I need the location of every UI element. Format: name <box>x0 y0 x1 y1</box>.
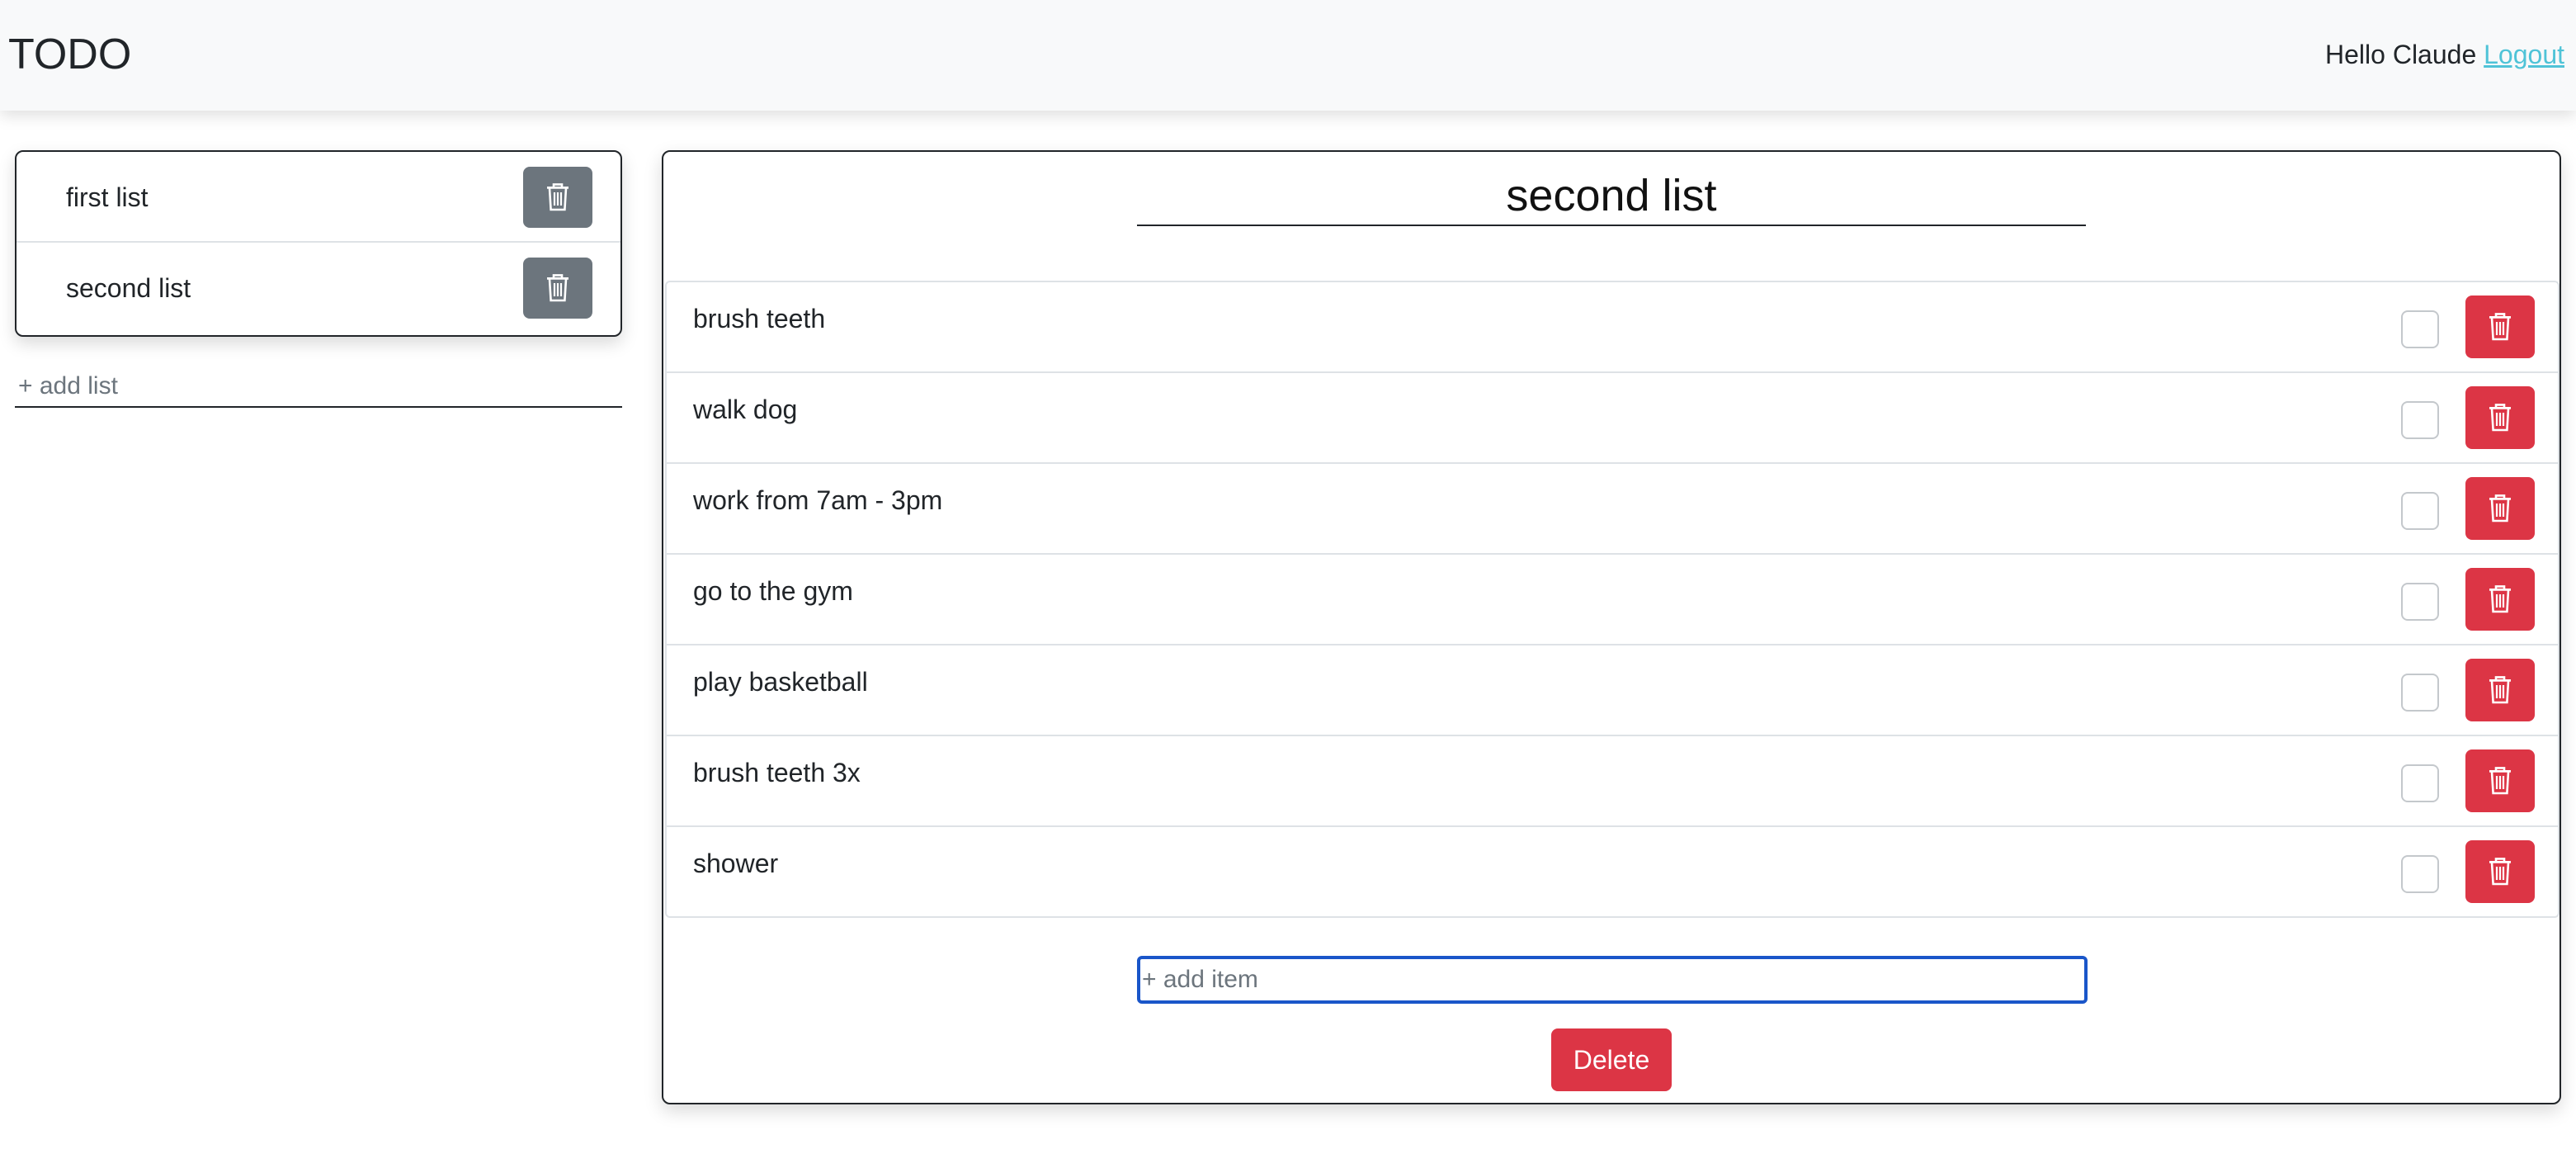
todo-item: walk dog <box>667 373 2558 464</box>
trash-icon <box>2489 404 2511 432</box>
delete-item-button[interactable] <box>2465 386 2535 449</box>
todo-item-text[interactable]: go to the gym <box>693 574 853 608</box>
trash-icon <box>2489 313 2511 341</box>
delete-item-button[interactable] <box>2465 840 2535 903</box>
todo-item-checkbox[interactable] <box>2401 855 2439 893</box>
delete-item-button[interactable] <box>2465 659 2535 721</box>
trash-icon <box>2489 767 2511 795</box>
trash-icon <box>2489 858 2511 886</box>
trash-icon <box>547 183 569 211</box>
todo-item-checkbox[interactable] <box>2401 764 2439 802</box>
list-item-label[interactable]: first list <box>66 152 149 243</box>
todo-item-text[interactable]: brush teeth <box>693 302 825 335</box>
trash-icon <box>2489 494 2511 522</box>
delete-list-button[interactable] <box>523 167 592 228</box>
add-list-input[interactable] <box>15 366 622 408</box>
todo-items: brush teeth walk dog work from 7am - 3pm… <box>665 281 2559 918</box>
todo-item-checkbox[interactable] <box>2401 674 2439 712</box>
todo-item-checkbox[interactable] <box>2401 492 2439 530</box>
trash-icon <box>547 274 569 302</box>
todo-item-text[interactable]: brush teeth 3x <box>693 756 861 789</box>
todo-item-checkbox[interactable] <box>2401 401 2439 439</box>
todo-item: play basketball <box>667 645 2558 736</box>
trash-icon <box>2489 585 2511 613</box>
delete-item-button[interactable] <box>2465 749 2535 812</box>
todo-item-text[interactable]: shower <box>693 847 778 880</box>
todo-item: work from 7am - 3pm <box>667 464 2558 555</box>
list-detail-panel: second list brush teeth walk dog work fr… <box>662 150 2561 1104</box>
todo-item-checkbox[interactable] <box>2401 310 2439 348</box>
list-item-first-list[interactable]: first list <box>17 152 620 243</box>
todo-item-text[interactable]: play basketball <box>693 665 868 698</box>
delete-list-button[interactable] <box>523 258 592 319</box>
trash-icon <box>2489 676 2511 704</box>
user-greeting-area: Hello Claude Logout <box>2325 36 2564 73</box>
logout-link[interactable]: Logout <box>2484 40 2564 69</box>
delete-item-button[interactable] <box>2465 477 2535 540</box>
navbar: TODO Hello Claude Logout <box>0 0 2576 111</box>
app-brand[interactable]: TODO <box>8 25 131 84</box>
list-item-label[interactable]: second list <box>66 243 191 333</box>
todo-item-text[interactable]: work from 7am - 3pm <box>693 484 942 517</box>
todo-item-checkbox[interactable] <box>2401 583 2439 621</box>
todo-item: brush teeth 3x <box>667 736 2558 827</box>
todo-item: shower <box>667 827 2558 916</box>
lists-panel: first list second list <box>15 150 622 337</box>
delete-list-button[interactable]: Delete <box>1551 1028 1672 1091</box>
delete-item-button[interactable] <box>2465 296 2535 358</box>
list-title[interactable]: second list <box>1137 167 2086 226</box>
todo-item: go to the gym <box>667 555 2558 645</box>
todo-item-text[interactable]: walk dog <box>693 393 797 426</box>
todo-item: brush teeth <box>667 282 2558 373</box>
list-item-second-list[interactable]: second list <box>17 243 620 333</box>
greeting-text: Hello Claude <box>2325 40 2477 69</box>
delete-item-button[interactable] <box>2465 568 2535 631</box>
add-item-input[interactable] <box>1137 956 2088 1004</box>
